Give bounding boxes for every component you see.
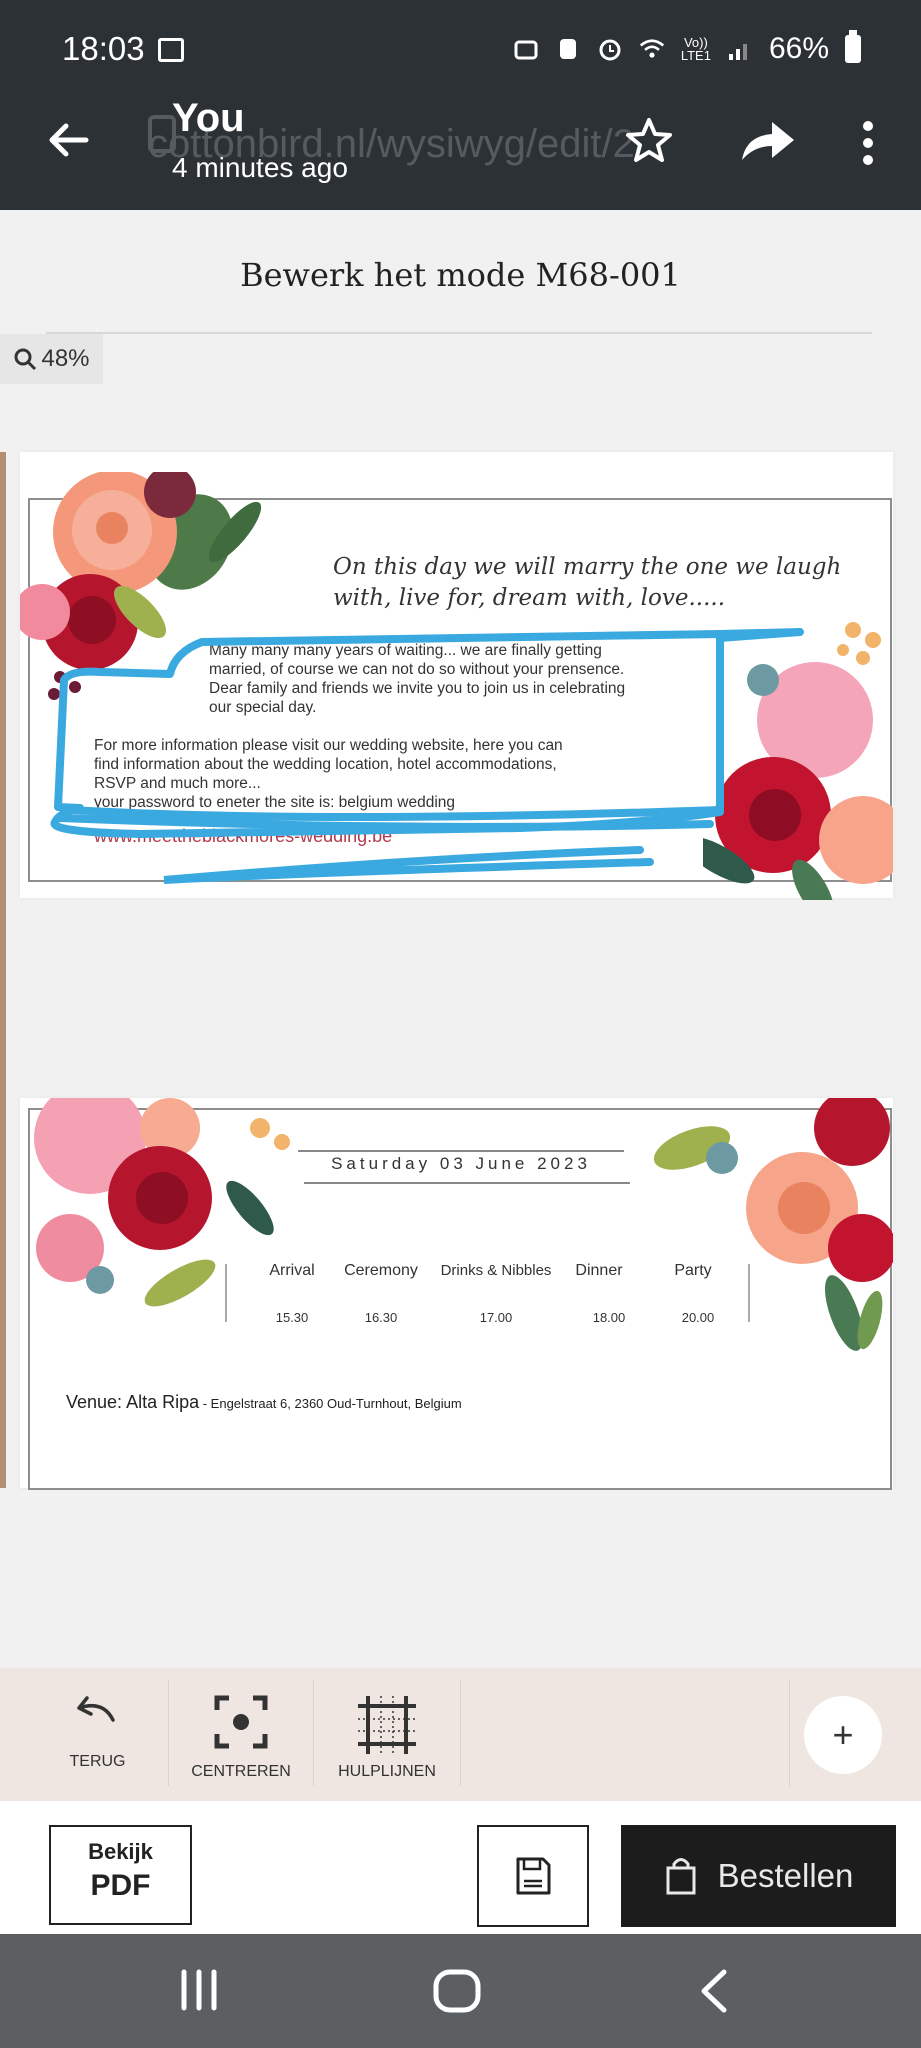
text-line: For more information please visit our we… bbox=[94, 737, 563, 754]
divider bbox=[313, 1680, 314, 1786]
editor-toolbar: TERUG CENTREREN HULPLIJNEN + bbox=[0, 1668, 921, 1801]
wifi-icon bbox=[639, 39, 664, 58]
undo-button[interactable]: TERUG bbox=[60, 1692, 135, 1771]
status-time: 18:03 bbox=[62, 30, 145, 67]
zoom-control[interactable]: 48% bbox=[0, 334, 103, 384]
card-back[interactable]: Saturday 03 June 2023 Arrival Ceremony D… bbox=[20, 1098, 893, 1490]
schedule-label[interactable]: Party bbox=[638, 1262, 748, 1280]
pdf-button-line1: Bekijk bbox=[88, 1839, 153, 1864]
signal-icon bbox=[728, 44, 747, 60]
schedule-label[interactable]: Ceremony bbox=[326, 1262, 436, 1280]
share-icon[interactable] bbox=[738, 118, 798, 164]
alarm-icon bbox=[599, 39, 621, 61]
battery-icon bbox=[845, 30, 861, 63]
divider bbox=[225, 1264, 227, 1322]
text-line: RSVP and much more... bbox=[94, 775, 261, 792]
text-line: Dear family and friends we invite you to… bbox=[209, 680, 626, 697]
text-line: our special day. bbox=[209, 699, 317, 716]
venue-address: - Engelstraat 6, 2360 Oud-Turnhout, Belg… bbox=[199, 1396, 462, 1411]
guides-button[interactable]: HULPLIJNEN bbox=[330, 1692, 444, 1781]
do-not-disturb-icon bbox=[514, 40, 538, 60]
invitation-paragraph[interactable]: Many many many years of waiting... we ar… bbox=[209, 641, 625, 717]
action-bar: Bekijk PDF Bestellen bbox=[0, 1801, 921, 1934]
text-line: your password to eneter the site is: bel… bbox=[94, 794, 456, 811]
floral-decoration bbox=[703, 622, 893, 900]
center-icon bbox=[214, 1695, 268, 1749]
date-rule bbox=[298, 1150, 624, 1152]
top-app-bar: 18:03 Vo)) LTE1 66% cottonbird.nl/wysiwy… bbox=[0, 0, 921, 210]
divider bbox=[460, 1680, 461, 1786]
website-link[interactable]: www.meettheblackmores-wedding.be bbox=[94, 826, 392, 847]
info-paragraph[interactable]: For more information please visit our we… bbox=[94, 736, 563, 812]
text-line: Many many many years of waiting... we ar… bbox=[209, 642, 602, 659]
recent-apps-icon[interactable] bbox=[176, 1968, 222, 2012]
undo-icon bbox=[76, 1696, 115, 1722]
zoom-level: 48% bbox=[41, 345, 90, 372]
save-button[interactable] bbox=[477, 1825, 589, 1927]
venue-label: Venue: Alta Ripa bbox=[66, 1392, 200, 1412]
back-arrow-icon[interactable] bbox=[44, 115, 94, 165]
schedule-time[interactable]: 20.00 bbox=[643, 1310, 753, 1325]
home-icon[interactable] bbox=[432, 1968, 482, 2014]
text-line: find information about the wedding locat… bbox=[94, 756, 557, 773]
date-rule bbox=[304, 1182, 630, 1184]
divider bbox=[168, 1680, 169, 1786]
more-options-icon[interactable] bbox=[858, 120, 878, 166]
center-button[interactable]: CENTREREN bbox=[188, 1692, 294, 1781]
order-button[interactable]: Bestellen bbox=[621, 1825, 896, 1927]
gallery-notification-icon bbox=[158, 38, 184, 62]
save-icon bbox=[516, 1857, 551, 1895]
status-icons: Vo)) LTE1 66% bbox=[513, 30, 861, 66]
venue-text[interactable]: Venue: Alta Ripa - Engelstraat 6, 2360 O… bbox=[66, 1392, 462, 1413]
center-label: CENTREREN bbox=[191, 1763, 291, 1780]
sent-time: 4 minutes ago bbox=[172, 152, 348, 183]
pdf-button-line2: PDF bbox=[90, 1869, 151, 1902]
wedding-date[interactable]: Saturday 03 June 2023 bbox=[298, 1154, 624, 1174]
view-pdf-button[interactable]: Bekijk PDF bbox=[49, 1825, 192, 1925]
divider bbox=[46, 332, 872, 334]
guides-label: HULPLIJNEN bbox=[338, 1763, 436, 1780]
add-element-button[interactable]: + bbox=[804, 1696, 882, 1774]
canvas-edge bbox=[0, 452, 6, 1488]
vpn-icon bbox=[559, 39, 576, 59]
search-icon bbox=[14, 348, 37, 371]
system-navigation-bar bbox=[0, 1934, 921, 2048]
schedule-time[interactable]: 16.30 bbox=[326, 1310, 436, 1325]
star-icon[interactable] bbox=[624, 116, 674, 166]
grid-icon bbox=[358, 1696, 416, 1754]
sender-name: You bbox=[172, 96, 245, 140]
schedule-time[interactable]: 17.00 bbox=[441, 1310, 551, 1325]
shopping-bag-icon bbox=[666, 1858, 696, 1895]
divider bbox=[789, 1680, 790, 1786]
order-label: Bestellen bbox=[717, 1857, 854, 1894]
floral-decoration bbox=[653, 1098, 893, 1351]
back-nav-icon[interactable] bbox=[696, 1968, 732, 2014]
invitation-script[interactable]: On this day we will marry the one we lau… bbox=[333, 552, 853, 614]
card-front[interactable]: On this day we will marry the one we lau… bbox=[20, 452, 893, 900]
text-line: married, of course we can not do so with… bbox=[209, 661, 625, 678]
undo-label: TERUG bbox=[69, 1753, 126, 1770]
battery-percentage: 66% bbox=[768, 32, 829, 65]
volte-label: Vo)) LTE1 bbox=[680, 35, 711, 63]
editor-title: Bewerk het mode M68-001 bbox=[240, 256, 681, 294]
